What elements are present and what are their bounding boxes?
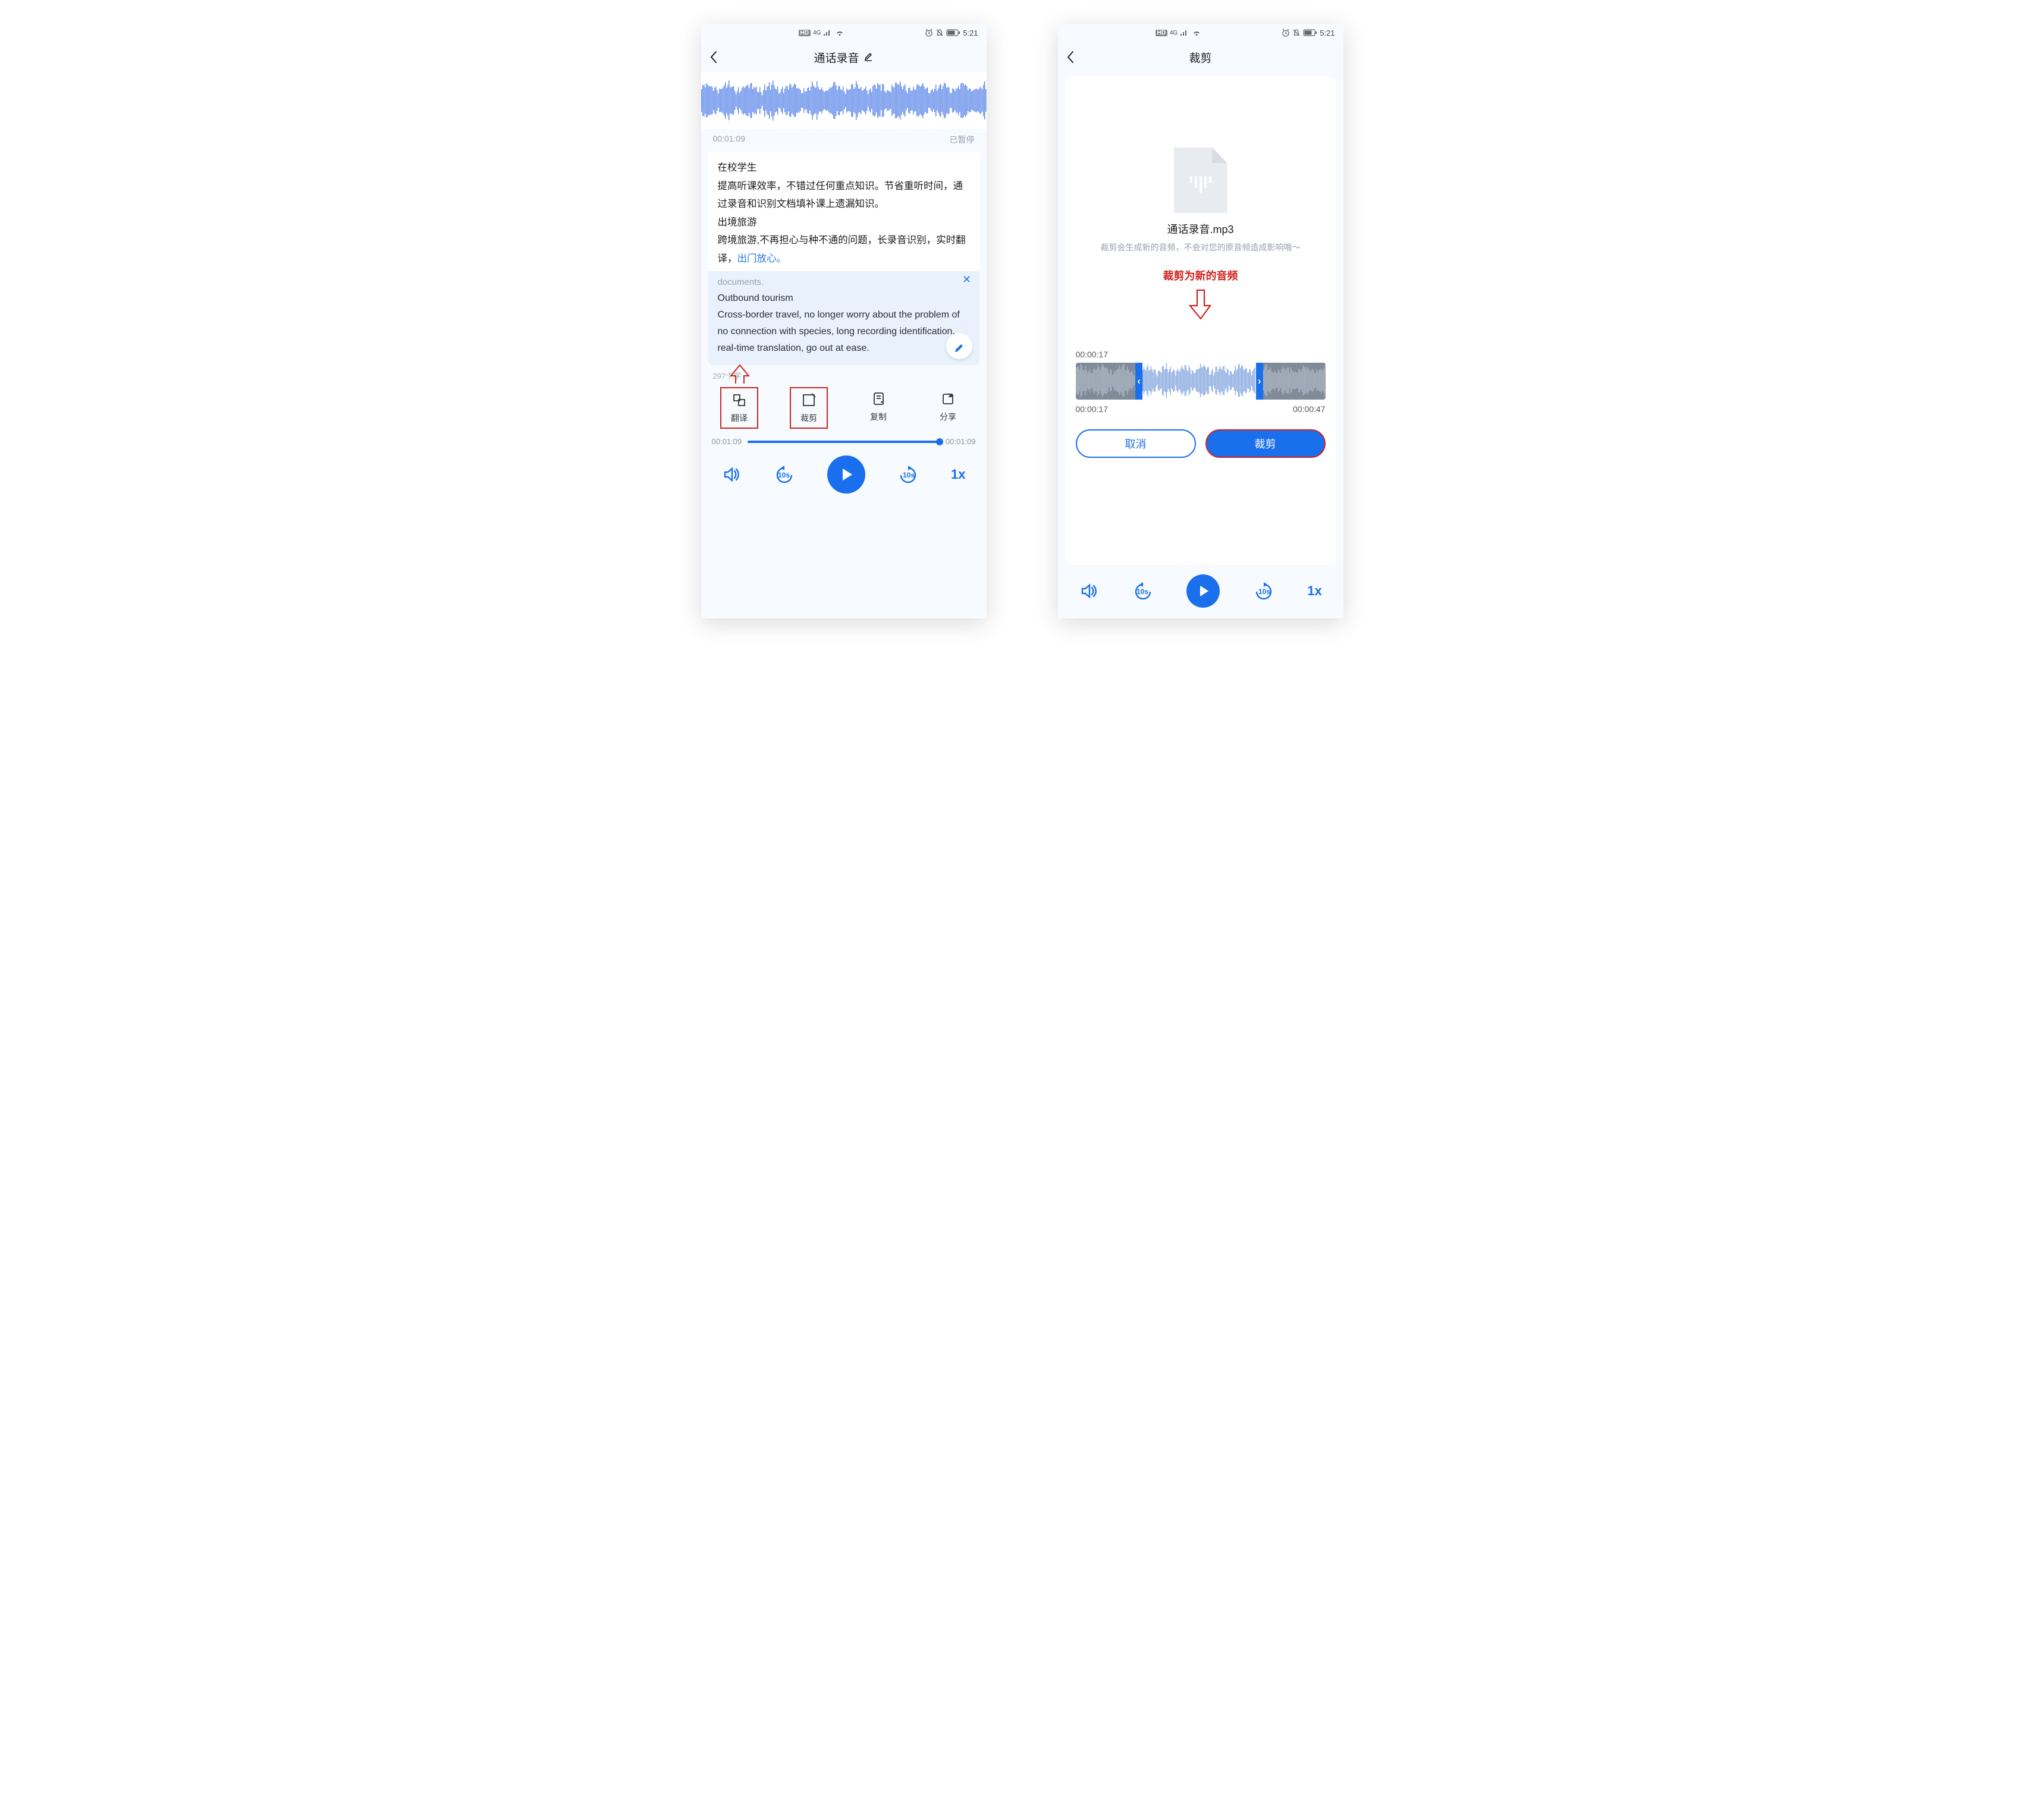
translate-icon bbox=[731, 392, 748, 409]
clock: 5:21 bbox=[1320, 29, 1335, 37]
trim-track[interactable]: ‹ › bbox=[1076, 363, 1326, 400]
rename-icon[interactable] bbox=[863, 52, 874, 62]
playback-status: 已暂停 bbox=[950, 134, 975, 146]
speed-button[interactable]: 1x bbox=[1307, 583, 1321, 599]
play-icon bbox=[839, 467, 854, 482]
play-button[interactable] bbox=[827, 455, 865, 494]
copy-button[interactable]: 复制 bbox=[859, 387, 897, 429]
annotation-caption: 裁剪为新的音频 bbox=[1163, 268, 1238, 283]
action-row: 翻译 裁剪 复制 分享 bbox=[701, 384, 987, 435]
translate-button[interactable]: 翻译 bbox=[720, 387, 758, 429]
alarm-icon bbox=[925, 29, 933, 37]
volume-button[interactable] bbox=[721, 464, 742, 485]
annotation-arrow-down-icon bbox=[1188, 288, 1214, 321]
player-controls: 10s 10s 1x bbox=[1058, 568, 1343, 618]
network-indicator: 4G bbox=[813, 30, 821, 36]
play-button[interactable] bbox=[1186, 574, 1220, 608]
screen-recording-detail: HD 4G 5:21 通话录音 bbox=[701, 24, 987, 618]
mute-icon bbox=[935, 29, 944, 37]
trim-end-time: 00:00:47 bbox=[1293, 404, 1326, 414]
edit-translation-button[interactable] bbox=[946, 333, 972, 359]
audio-file-icon bbox=[1174, 147, 1227, 213]
waveform-graphic bbox=[701, 80, 987, 122]
progress-time-left: 00:01:09 bbox=[712, 437, 742, 446]
translation-line: Cross-border travel, no longer worry abo… bbox=[718, 307, 970, 357]
play-icon bbox=[1197, 585, 1210, 598]
crop-button-row: 取消 裁剪 bbox=[1065, 429, 1336, 458]
svg-text:10s: 10s bbox=[1136, 587, 1148, 596]
transcript-line: 跨境旅游,不再担心与种不通的问题，长录音识别，实时翻译，出门放心。 bbox=[718, 231, 970, 268]
speed-button[interactable]: 1x bbox=[951, 467, 965, 482]
hd-badge: HD bbox=[1156, 30, 1167, 36]
cancel-button[interactable]: 取消 bbox=[1076, 429, 1196, 458]
clock: 5:21 bbox=[963, 29, 978, 37]
transcript-card: 在校学生 提高听课效率，不错过任何重点知识。节省重听时间，通过录音和识别文档填补… bbox=[708, 152, 979, 271]
progress-row: 00:01:09 00:01:09 bbox=[701, 435, 987, 450]
header: 通话录音 bbox=[701, 42, 987, 73]
progress-track[interactable] bbox=[748, 441, 940, 443]
transcript-line: 在校学生 bbox=[718, 159, 970, 177]
volume-button[interactable] bbox=[1079, 581, 1099, 601]
file-name: 通话录音.mp3 bbox=[1167, 221, 1233, 237]
alarm-icon bbox=[1282, 29, 1290, 37]
signal-icon bbox=[823, 29, 833, 36]
share-button[interactable]: 分享 bbox=[929, 387, 967, 429]
translation-card: documents. Outbound tourism Cross-border… bbox=[708, 271, 979, 365]
forward-10s-button[interactable]: 10s bbox=[1251, 581, 1277, 601]
page-title: 通话录音 bbox=[814, 49, 859, 65]
rewind-10s-button[interactable]: 10s bbox=[1130, 581, 1156, 601]
crop-confirm-button[interactable]: 裁剪 bbox=[1205, 429, 1326, 458]
transcript-line: 出境旅游 bbox=[718, 213, 970, 232]
back-button[interactable] bbox=[709, 51, 718, 64]
copy-icon bbox=[870, 391, 887, 407]
network-indicator: 4G bbox=[1170, 30, 1178, 36]
trim-start-time: 00:00:17 bbox=[1076, 404, 1109, 414]
playback-time: 00:01:09 bbox=[713, 134, 746, 146]
status-bar: HD 4G 5:21 bbox=[701, 24, 987, 42]
status-bar: HD 4G 5:21 bbox=[1058, 24, 1343, 42]
close-icon[interactable]: ✕ bbox=[960, 274, 974, 287]
wifi-icon bbox=[1192, 29, 1201, 36]
waveform[interactable] bbox=[701, 73, 987, 129]
trim-editor: 00:00:17 ‹ › 00:00:17 00:00:47 bbox=[1065, 350, 1336, 414]
trim-handle-left-icon[interactable]: ‹ bbox=[1137, 375, 1141, 387]
player-controls: 10s 10s 1x bbox=[701, 450, 987, 504]
hd-badge: HD bbox=[799, 30, 811, 36]
back-button[interactable] bbox=[1066, 51, 1075, 64]
trim-waveform-sel bbox=[1142, 363, 1255, 400]
progress-thumb[interactable] bbox=[936, 438, 943, 445]
svg-text:10s: 10s bbox=[903, 471, 915, 479]
rewind-10s-button[interactable]: 10s bbox=[771, 464, 797, 485]
trim-cursor-time: 00:00:17 bbox=[1076, 350, 1326, 359]
crop-button[interactable]: 裁剪 bbox=[790, 387, 828, 429]
header: 裁剪 bbox=[1058, 42, 1343, 73]
mute-icon bbox=[1292, 29, 1301, 37]
translation-line: Outbound tourism bbox=[718, 290, 970, 307]
signal-icon bbox=[1180, 29, 1189, 36]
crop-body: 通话录音.mp3 裁剪会生成新的音频，不会对您的原音频造成影响哦～ 裁剪为新的音… bbox=[1065, 76, 1336, 565]
svg-text:10s: 10s bbox=[1258, 587, 1270, 596]
forward-10s-button[interactable]: 10s bbox=[895, 464, 921, 485]
svg-text:10s: 10s bbox=[778, 471, 790, 479]
translation-faded: documents. bbox=[718, 275, 970, 290]
battery-icon bbox=[946, 29, 960, 36]
progress-time-right: 00:01:09 bbox=[946, 437, 976, 446]
progress-fill bbox=[748, 441, 940, 443]
screen-crop-audio: HD 4G 5:21 裁剪 通话录音.mp3 裁剪会生成新的音频，不会对您 bbox=[1058, 24, 1343, 618]
page-title: 裁剪 bbox=[1189, 49, 1211, 65]
crop-icon bbox=[800, 392, 817, 409]
wifi-icon bbox=[835, 29, 844, 36]
share-icon bbox=[940, 391, 956, 407]
trim-selection[interactable]: ‹ › bbox=[1135, 363, 1263, 400]
crop-hint: 裁剪会生成新的音频，不会对您的原音频造成影响哦～ bbox=[1101, 241, 1301, 253]
battery-icon bbox=[1303, 29, 1317, 36]
highlighted-phrase[interactable]: 出门放心。 bbox=[737, 253, 787, 264]
trim-handle-right-icon[interactable]: › bbox=[1258, 375, 1261, 387]
transcript-line: 提高听课效率，不错过任何重点知识。节省重听时间，通过录音和识别文档填补课上遗漏知… bbox=[718, 177, 970, 213]
